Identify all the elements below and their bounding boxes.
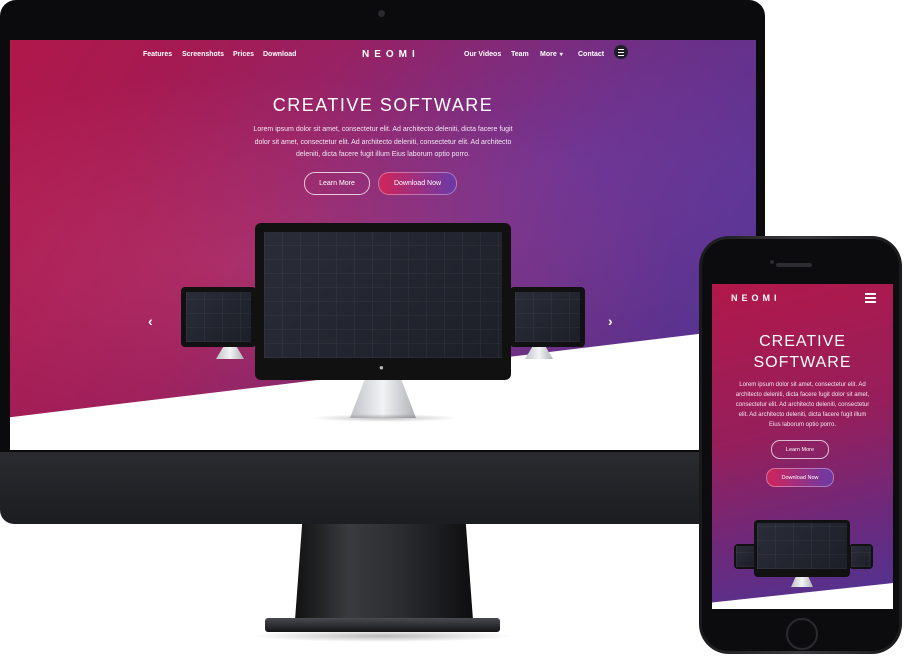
camera-icon bbox=[378, 10, 385, 17]
mobile-hero-description: Lorem ipsum dolor sit amet, consectetur … bbox=[735, 382, 870, 428]
phone-speaker bbox=[776, 263, 812, 267]
imac-bezel: Features Screenshots Prices Download NEO… bbox=[0, 0, 765, 452]
brand-logo[interactable]: NEOMI bbox=[362, 49, 420, 60]
menu-icon[interactable] bbox=[614, 45, 628, 59]
home-button[interactable] bbox=[786, 618, 818, 650]
mobile-download-now-button[interactable]: Download Now bbox=[766, 468, 834, 487]
monitor-shadow bbox=[310, 414, 460, 422]
chevron-down-icon: ▾ bbox=[559, 52, 563, 58]
mobile-hero-title-line1: CREATIVE bbox=[759, 333, 846, 350]
nav-item-our-videos[interactable]: Our Videos bbox=[464, 51, 501, 58]
mobile-brand-logo[interactable]: NEOMI bbox=[731, 293, 781, 303]
phone-camera-icon bbox=[770, 260, 774, 264]
hero-description: Lorem ipsum dolor sit amet, consectetur … bbox=[253, 126, 513, 158]
learn-more-button[interactable]: Learn More bbox=[304, 172, 370, 195]
mobile-learn-more-button[interactable]: Learn More bbox=[771, 440, 829, 459]
imac-stand-foot bbox=[265, 618, 500, 632]
nav-item-team[interactable]: Team bbox=[511, 51, 529, 58]
nav-item-more-label: More bbox=[540, 51, 557, 58]
download-now-button[interactable]: Download Now bbox=[378, 172, 457, 195]
imac-chin bbox=[0, 452, 765, 524]
nav-item-prices[interactable]: Prices bbox=[233, 51, 254, 58]
desktop-screen: Features Screenshots Prices Download NEO… bbox=[10, 40, 756, 450]
menu-icon[interactable] bbox=[865, 293, 876, 303]
mobile-screen: NEOMI CREATIVE SOFTWARE Lorem ipsum dolo… bbox=[712, 284, 893, 609]
mobile-center-monitor bbox=[754, 520, 850, 577]
phone-body: NEOMI CREATIVE SOFTWARE Lorem ipsum dolo… bbox=[702, 239, 899, 651]
imac-stand-neck bbox=[295, 524, 473, 620]
hero-title: CREATIVE SOFTWARE bbox=[272, 95, 494, 115]
apple-logo-icon: ● bbox=[379, 363, 384, 372]
nav-item-features[interactable]: Features bbox=[143, 51, 172, 58]
center-monitor: ● bbox=[255, 223, 511, 380]
arrow-left-icon[interactable]: ‹ bbox=[148, 313, 153, 329]
mobile-side-monitor-right bbox=[849, 544, 873, 569]
nav-item-more[interactable]: More ▾ bbox=[540, 51, 563, 58]
side-monitor-left bbox=[181, 287, 256, 347]
side-monitor-right bbox=[510, 287, 585, 347]
nav-item-contact[interactable]: Contact bbox=[578, 51, 604, 58]
arrow-right-icon[interactable]: › bbox=[608, 313, 613, 329]
desktop-navbar: Features Screenshots Prices Download NEO… bbox=[10, 45, 756, 66]
mobile-hero-title-line2: SOFTWARE bbox=[753, 354, 852, 371]
phone-frame: NEOMI CREATIVE SOFTWARE Lorem ipsum dolo… bbox=[699, 236, 902, 654]
nav-item-download[interactable]: Download bbox=[263, 51, 296, 58]
nav-item-screenshots[interactable]: Screenshots bbox=[182, 51, 224, 58]
mobile-hero-title: CREATIVE SOFTWARE bbox=[712, 331, 893, 373]
